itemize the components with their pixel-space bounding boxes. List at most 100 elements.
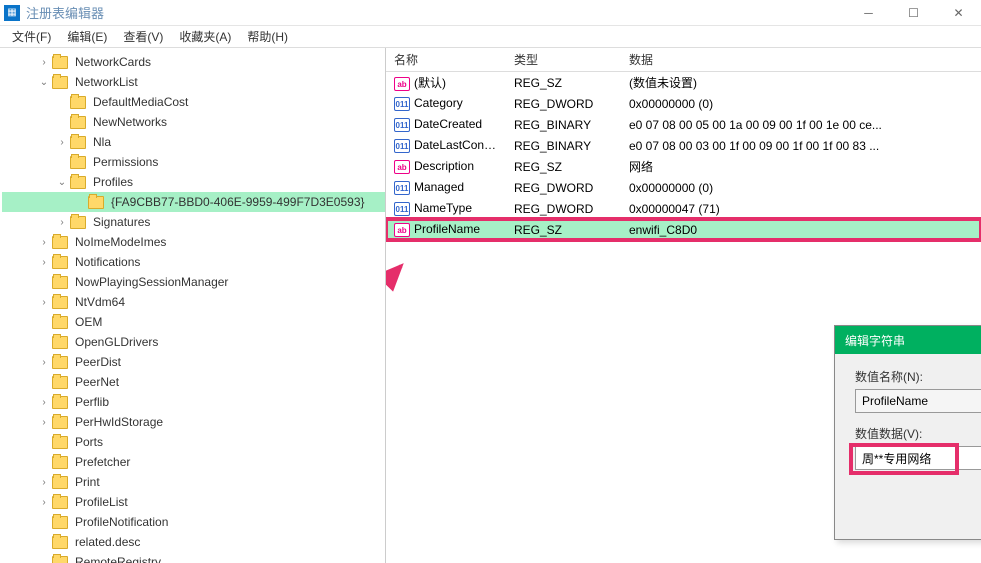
cell-type: REG_BINARY bbox=[506, 138, 621, 154]
tree-item[interactable]: NewNetworks bbox=[2, 112, 385, 132]
tree-item[interactable]: ›ProfileList bbox=[2, 492, 385, 512]
tree-item-label: NowPlayingSessionManager bbox=[72, 274, 231, 290]
tree-item-label: Profiles bbox=[90, 174, 136, 190]
expand-icon[interactable]: ⌄ bbox=[38, 77, 50, 88]
tree-item[interactable]: ›NtVdm64 bbox=[2, 292, 385, 312]
tree-pane[interactable]: ›NetworkCards⌄NetworkListDefaultMediaCos… bbox=[0, 48, 386, 563]
tree-item[interactable]: ›NetworkCards bbox=[2, 52, 385, 72]
tree-item-label: OEM bbox=[72, 314, 105, 330]
folder-icon bbox=[70, 176, 86, 189]
dialog-title: 编辑字符串 bbox=[845, 332, 905, 349]
value-name: Managed bbox=[414, 180, 464, 194]
expand-icon[interactable]: › bbox=[38, 237, 50, 248]
expand-icon[interactable]: › bbox=[38, 357, 50, 368]
cell-data: (数值未设置) bbox=[621, 73, 981, 92]
folder-icon bbox=[52, 296, 68, 309]
tree-item[interactable]: Ports bbox=[2, 432, 385, 452]
cell-name: abProfileName bbox=[386, 221, 506, 239]
expand-icon[interactable]: ⌄ bbox=[56, 177, 68, 188]
tree-item[interactable]: Prefetcher bbox=[2, 452, 385, 472]
folder-icon bbox=[52, 416, 68, 429]
tree-item[interactable]: ›Notifications bbox=[2, 252, 385, 272]
tree-item[interactable]: DefaultMediaCost bbox=[2, 92, 385, 112]
tree-item[interactable]: › NoImeModeImes bbox=[2, 232, 385, 252]
value-name: DateLastConn... bbox=[414, 138, 501, 152]
expand-icon[interactable]: › bbox=[38, 257, 50, 268]
minimize-button[interactable]: ─ bbox=[846, 0, 891, 26]
tree-item-label: Nla bbox=[90, 134, 114, 150]
list-row[interactable]: 011ManagedREG_DWORD0x00000000 (0) bbox=[386, 177, 981, 198]
close-button[interactable]: ✕ bbox=[936, 0, 981, 26]
expand-icon[interactable]: › bbox=[56, 137, 68, 148]
cell-name: 011Category bbox=[386, 95, 506, 113]
tree-item[interactable]: Permissions bbox=[2, 152, 385, 172]
folder-icon bbox=[52, 536, 68, 549]
expand-icon[interactable]: › bbox=[38, 417, 50, 428]
tree-item[interactable]: NowPlayingSessionManager bbox=[2, 272, 385, 292]
binary-value-icon: 011 bbox=[394, 97, 410, 111]
tree-item[interactable]: ⌄NetworkList bbox=[2, 72, 385, 92]
expand-icon[interactable]: › bbox=[56, 217, 68, 228]
expand-icon[interactable]: › bbox=[38, 397, 50, 408]
titlebar: 注册表编辑器 ─ ☐ ✕ bbox=[0, 0, 981, 26]
header-type[interactable]: 类型 bbox=[506, 48, 621, 72]
header-name[interactable]: 名称 bbox=[386, 48, 506, 72]
menu-help[interactable]: 帮助(H) bbox=[239, 26, 296, 47]
tree-item[interactable]: OpenGLDrivers bbox=[2, 332, 385, 352]
list-row[interactable]: 011DateLastConn...REG_BINARYe0 07 08 00 … bbox=[386, 135, 981, 156]
folder-icon bbox=[88, 196, 104, 209]
cell-name: 011DateLastConn... bbox=[386, 137, 506, 155]
tree-item-label: NoImeModeImes bbox=[72, 234, 169, 250]
tree-item[interactable]: ›PerHwIdStorage bbox=[2, 412, 385, 432]
expand-icon[interactable]: › bbox=[38, 497, 50, 508]
tree-item[interactable]: {FA9CBB77-BBD0-406E-9959-499F7D3E0593} bbox=[2, 192, 385, 212]
value-data-input[interactable] bbox=[855, 446, 981, 470]
tree-item[interactable]: ›Perflib bbox=[2, 392, 385, 412]
menu-file[interactable]: 文件(F) bbox=[4, 26, 59, 47]
maximize-button[interactable]: ☐ bbox=[891, 0, 936, 26]
list-body: ab(默认)REG_SZ(数值未设置)011CategoryREG_DWORD0… bbox=[386, 72, 981, 240]
tree-item-label: related.desc bbox=[72, 534, 143, 550]
value-name: NameType bbox=[414, 201, 472, 215]
tree-item[interactable]: ⌄ Profiles bbox=[2, 172, 385, 192]
list-row[interactable]: abProfileNameREG_SZenwifi_C8D0 bbox=[386, 219, 981, 240]
tree-item-label: NewNetworks bbox=[90, 114, 170, 130]
string-value-icon: ab bbox=[394, 160, 410, 174]
folder-icon bbox=[70, 216, 86, 229]
value-name-input[interactable] bbox=[855, 389, 981, 413]
cell-type: REG_BINARY bbox=[506, 117, 621, 133]
tree-item-label: ProfileNotification bbox=[72, 514, 171, 530]
list-row[interactable]: 011DateCreatedREG_BINARYe0 07 08 00 05 0… bbox=[386, 114, 981, 135]
folder-icon bbox=[52, 276, 68, 289]
tree-item[interactable]: RemoteRegistry bbox=[2, 552, 385, 563]
list-row[interactable]: ab(默认)REG_SZ(数值未设置) bbox=[386, 72, 981, 93]
expand-icon[interactable]: › bbox=[38, 297, 50, 308]
tree-item[interactable]: OEM bbox=[2, 312, 385, 332]
menu-view[interactable]: 查看(V) bbox=[115, 26, 171, 47]
menu-favorites[interactable]: 收藏夹(A) bbox=[171, 26, 239, 47]
expand-icon[interactable]: › bbox=[38, 57, 50, 68]
menu-edit[interactable]: 编辑(E) bbox=[59, 26, 115, 47]
list-pane[interactable]: 名称 类型 数据 ab(默认)REG_SZ(数值未设置)011CategoryR… bbox=[386, 48, 981, 563]
tree-item-label: {FA9CBB77-BBD0-406E-9959-499F7D3E0593} bbox=[108, 194, 368, 210]
header-data[interactable]: 数据 bbox=[621, 48, 981, 72]
dialog-titlebar[interactable]: 编辑字符串 ✕ bbox=[835, 326, 981, 354]
folder-icon bbox=[52, 356, 68, 369]
list-row[interactable]: 011CategoryREG_DWORD0x00000000 (0) bbox=[386, 93, 981, 114]
cell-name: 011NameType bbox=[386, 200, 506, 218]
tree-item[interactable]: ›Signatures bbox=[2, 212, 385, 232]
tree-item[interactable]: ›Print bbox=[2, 472, 385, 492]
tree-item[interactable]: ProfileNotification bbox=[2, 512, 385, 532]
folder-icon bbox=[52, 436, 68, 449]
tree-item[interactable]: ›PeerDist bbox=[2, 352, 385, 372]
tree-item[interactable]: PeerNet bbox=[2, 372, 385, 392]
list-row[interactable]: abDescriptionREG_SZ网络 bbox=[386, 156, 981, 177]
folder-icon bbox=[52, 396, 68, 409]
list-row[interactable]: 011NameTypeREG_DWORD0x00000047 (71) bbox=[386, 198, 981, 219]
expand-icon[interactable]: › bbox=[38, 477, 50, 488]
tree-item-label: Ports bbox=[72, 434, 106, 450]
tree-item[interactable]: related.desc bbox=[2, 532, 385, 552]
tree-item-label: RemoteRegistry bbox=[72, 554, 164, 563]
tree-item[interactable]: › Nla bbox=[2, 132, 385, 152]
cell-data: e0 07 08 00 03 00 1f 00 09 00 1f 00 1f 0… bbox=[621, 138, 981, 154]
